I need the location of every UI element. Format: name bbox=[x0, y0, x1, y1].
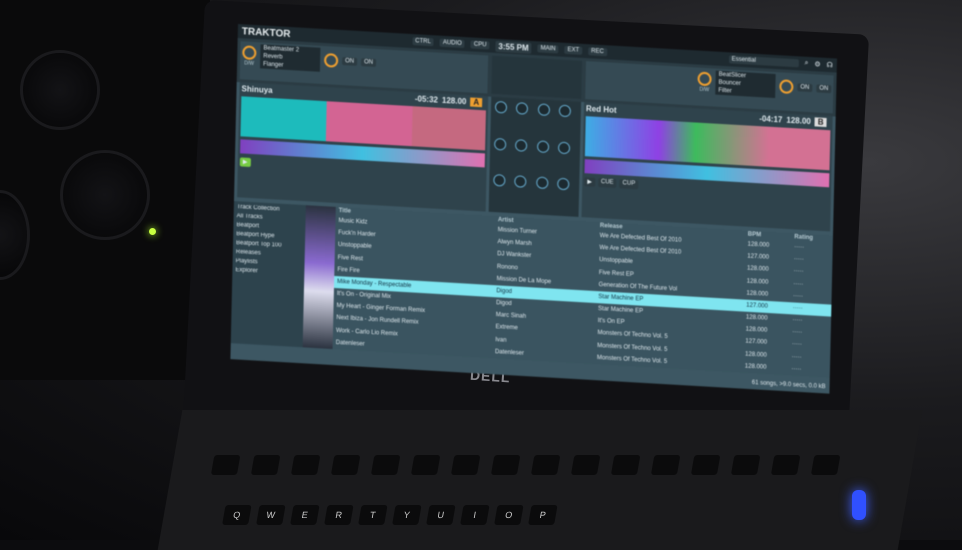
key[interactable]: I bbox=[460, 505, 490, 525]
deck-a-letter: A bbox=[470, 97, 483, 108]
fx-on-button[interactable]: ON bbox=[342, 57, 358, 66]
headphones-icon[interactable]: ☊ bbox=[827, 61, 833, 69]
dry-wet-label: D/W bbox=[244, 59, 255, 67]
eq-knob[interactable] bbox=[536, 140, 549, 153]
key[interactable] bbox=[370, 455, 401, 475]
dry-wet-knob[interactable] bbox=[697, 71, 712, 86]
key[interactable] bbox=[410, 455, 441, 475]
browser-footer: 61 songs, >9.0 secs, 0.0 kB bbox=[751, 380, 826, 391]
key[interactable] bbox=[650, 455, 681, 475]
key[interactable]: Y bbox=[392, 505, 422, 525]
key[interactable]: Q bbox=[222, 505, 252, 525]
layout-select[interactable]: Essential bbox=[728, 55, 799, 68]
filter-knob[interactable] bbox=[535, 176, 548, 190]
dry-wet-knob[interactable] bbox=[242, 44, 257, 60]
speaker-cone bbox=[20, 50, 100, 130]
key[interactable] bbox=[250, 455, 281, 475]
eq-knob[interactable] bbox=[515, 138, 528, 152]
filter-knob[interactable] bbox=[556, 177, 570, 191]
dry-wet-control: D/W bbox=[242, 44, 257, 67]
eq-knob[interactable] bbox=[557, 141, 570, 154]
key[interactable]: T bbox=[358, 505, 388, 525]
cover-art bbox=[302, 205, 336, 349]
key[interactable]: U bbox=[426, 505, 456, 525]
clock: 3:55 PM bbox=[495, 40, 532, 54]
eq-knob[interactable] bbox=[494, 100, 508, 114]
app-logo: TRAKTOR bbox=[241, 25, 291, 40]
key[interactable] bbox=[690, 455, 721, 475]
key[interactable]: O bbox=[494, 505, 524, 525]
key[interactable] bbox=[570, 455, 601, 475]
speaker bbox=[0, 0, 210, 380]
fx-on-button[interactable]: ON bbox=[797, 83, 813, 93]
key[interactable]: E bbox=[290, 505, 320, 525]
traktor-window: TRAKTOR CTRL AUDIO CPU 3:55 PM MAIN EXT … bbox=[230, 24, 838, 394]
track-browser: Track Collection All Tracks Beatport Bea… bbox=[230, 201, 833, 378]
search-icon[interactable]: ⌕ bbox=[804, 60, 808, 68]
fx-on-button[interactable]: ON bbox=[816, 84, 832, 94]
key[interactable] bbox=[810, 455, 841, 475]
deck-b-time: -04:17 bbox=[759, 114, 783, 125]
fx-knob[interactable] bbox=[779, 79, 794, 95]
track-bpm: 128.000 bbox=[744, 363, 767, 371]
eq-knob[interactable] bbox=[494, 137, 507, 151]
key[interactable]: P bbox=[528, 505, 558, 525]
deck-a-time: -05:32 bbox=[414, 94, 439, 105]
mixer-top bbox=[491, 55, 583, 99]
play-button[interactable]: ▶ bbox=[584, 177, 596, 187]
deck-b: Red Hot -04:17 128.00 B ▶ CUE CUP bbox=[581, 102, 833, 232]
usb-light bbox=[852, 490, 866, 520]
mixer bbox=[488, 96, 582, 217]
speaker-cone bbox=[0, 190, 30, 280]
eq-knob[interactable] bbox=[516, 102, 529, 115]
filter-knob[interactable] bbox=[493, 174, 506, 187]
fx-knob[interactable] bbox=[323, 53, 339, 68]
status-cpu: CPU bbox=[470, 40, 490, 50]
cue-button[interactable]: CUE bbox=[597, 177, 617, 189]
track-rating[interactable]: ····· bbox=[788, 363, 830, 378]
status-main: MAIN bbox=[537, 44, 559, 54]
key[interactable] bbox=[530, 455, 561, 475]
play-button[interactable]: ▶ bbox=[239, 157, 251, 167]
key[interactable] bbox=[450, 455, 481, 475]
browser-tree: Track Collection All Tracks Beatport Bea… bbox=[230, 201, 306, 348]
speaker-cone bbox=[60, 150, 150, 240]
rec-button[interactable]: REC bbox=[588, 47, 607, 57]
filter-knob[interactable] bbox=[514, 175, 527, 189]
status-audio: AUDIO bbox=[439, 38, 465, 49]
deck-a-bpm: 128.00 bbox=[441, 95, 467, 107]
key[interactable] bbox=[330, 455, 361, 475]
key[interactable] bbox=[290, 455, 321, 475]
track-table: Title Artist Release BPM Rating Music Ki… bbox=[333, 207, 833, 378]
status-ctrl: CTRL bbox=[412, 37, 434, 47]
key[interactable]: W bbox=[256, 505, 286, 525]
deck-a-title: Shinuya bbox=[241, 84, 273, 96]
keyboard[interactable]: QWERTYUIOP bbox=[157, 410, 923, 550]
key[interactable] bbox=[730, 455, 761, 475]
dry-wet-control: D/W bbox=[697, 71, 712, 93]
key[interactable]: R bbox=[324, 505, 354, 525]
deck-a: Shinuya -05:32 128.00 A ▶ bbox=[237, 82, 489, 212]
deck-b-title: Red Hot bbox=[585, 104, 617, 115]
deck-b-letter: B bbox=[814, 117, 827, 128]
status-ext: EXT bbox=[564, 45, 583, 55]
key[interactable] bbox=[770, 455, 801, 475]
cup-button[interactable]: CUP bbox=[619, 179, 639, 190]
key[interactable] bbox=[210, 455, 241, 475]
deck-b-bpm: 128.00 bbox=[786, 115, 811, 127]
power-led bbox=[149, 228, 156, 235]
fx-on-button[interactable]: ON bbox=[360, 58, 377, 68]
gear-icon[interactable]: ⚙ bbox=[814, 60, 820, 68]
eq-knob[interactable] bbox=[537, 103, 550, 117]
key[interactable] bbox=[610, 455, 641, 475]
dry-wet-label: D/W bbox=[699, 86, 710, 93]
key[interactable] bbox=[490, 455, 521, 475]
eq-knob[interactable] bbox=[558, 104, 571, 118]
